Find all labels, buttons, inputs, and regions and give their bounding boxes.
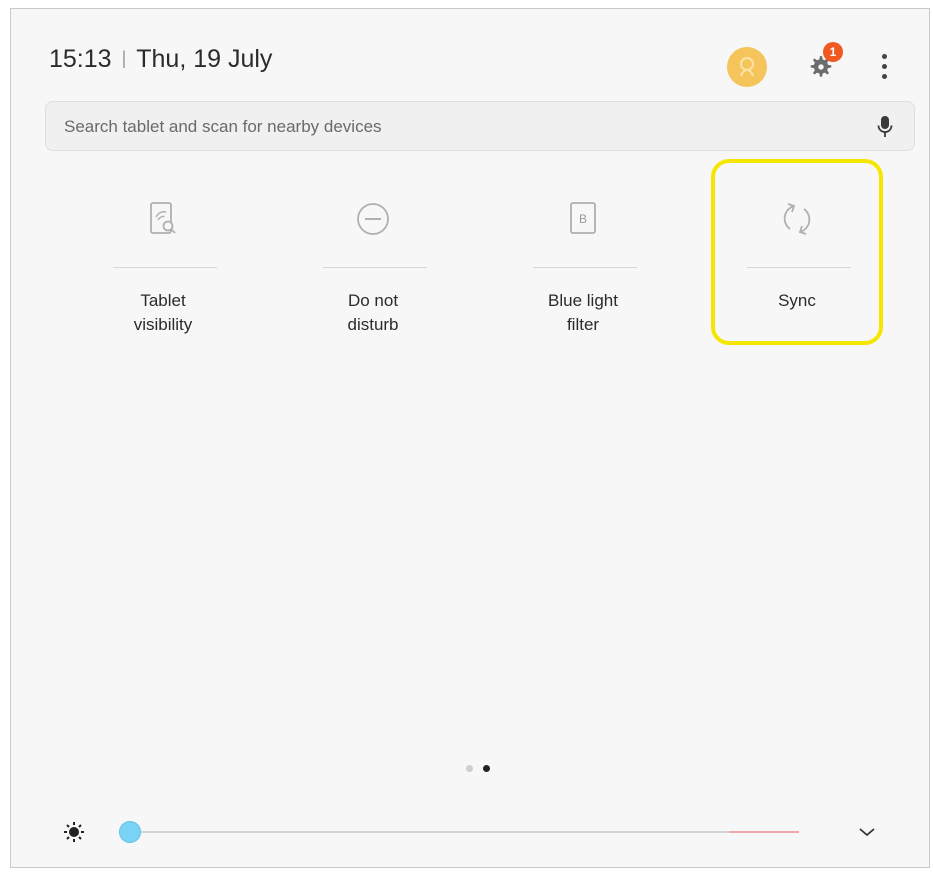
tile-do-not-disturb[interactable]: Do not disturb [273, 159, 473, 349]
slider-track [129, 831, 729, 833]
more-options-icon[interactable] [869, 49, 899, 83]
tile-label: Blue light filter [548, 291, 618, 334]
notification-badge: 1 [823, 42, 843, 62]
svg-text:B: B [579, 212, 587, 226]
tile-tablet-visibility[interactable]: Tablet visibility [63, 159, 263, 349]
tile-divider [113, 267, 217, 268]
page-indicator [466, 765, 490, 772]
chevron-down-icon[interactable] [855, 820, 879, 844]
tile-label: Tablet visibility [133, 291, 193, 334]
date: Thu, 19 July [136, 45, 273, 73]
do-not-disturb-icon [353, 199, 393, 239]
tile-blue-light-filter[interactable]: B Blue light filter [483, 159, 683, 349]
brightness-icon [61, 819, 87, 845]
brightness-slider[interactable] [119, 819, 809, 845]
tile-divider [533, 267, 637, 268]
clock: 15:13 [49, 45, 112, 73]
quick-panel: 15:13 | Thu, 19 July 1 Search tablet and… [10, 8, 930, 868]
brightness-bar [11, 804, 929, 864]
sync-highlight-box [711, 159, 883, 345]
slider-track-warning [729, 831, 799, 833]
page-dot-1[interactable] [466, 765, 473, 772]
quick-panel-header: 15:13 | Thu, 19 July 1 [11, 9, 929, 99]
microphone-icon[interactable] [874, 114, 896, 140]
blue-light-filter-icon: B [563, 199, 603, 239]
search-bar[interactable] [45, 101, 915, 151]
date-time: 15:13 | Thu, 19 July [49, 45, 272, 74]
page-dot-2[interactable] [483, 765, 490, 772]
tile-label: Do not disturb [347, 291, 399, 334]
account-avatar-icon[interactable] [727, 47, 767, 87]
tablet-visibility-icon [143, 199, 183, 239]
tile-divider [323, 267, 427, 268]
slider-thumb[interactable] [119, 821, 141, 843]
search-input[interactable] [62, 112, 846, 142]
separator: | [121, 48, 127, 68]
